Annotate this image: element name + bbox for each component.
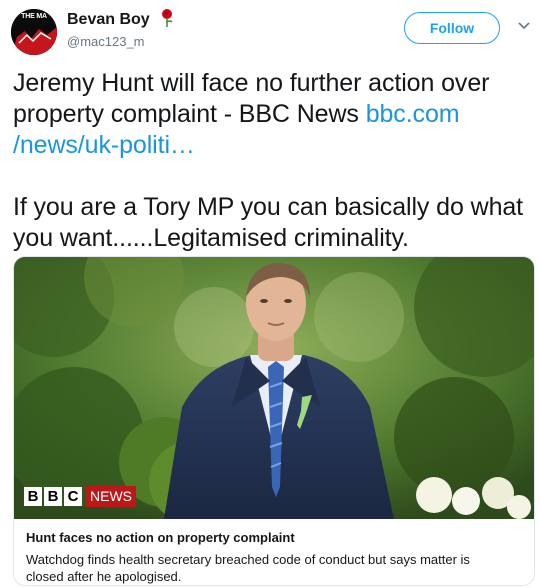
bbc-letter: B xyxy=(24,487,42,506)
tweet-paragraph-1: Jeremy Hunt will face no further action … xyxy=(13,68,528,161)
card-image[interactable]: B B C NEWS xyxy=(14,257,534,519)
bbc-letter: B xyxy=(44,487,62,506)
user-handle[interactable]: @mac123_m xyxy=(67,34,145,49)
bbc-news-logo: B B C NEWS xyxy=(24,486,136,507)
rose-icon xyxy=(162,9,173,27)
link-card[interactable]: B B C NEWS Hunt faces no action on prope… xyxy=(13,256,535,586)
display-name[interactable]: Bevan Boy xyxy=(67,11,150,29)
card-description: Watchdog finds health secretary breached… xyxy=(26,552,470,584)
card-photo xyxy=(14,257,534,519)
avatar-label: THE MA xyxy=(21,13,47,20)
bbc-news-word: NEWS xyxy=(86,486,136,507)
avatar[interactable]: THE MA xyxy=(11,9,57,55)
card-title[interactable]: Hunt faces no action on property complai… xyxy=(26,530,295,545)
bbc-letter: C xyxy=(64,487,82,506)
tweet-text: Jeremy Hunt will face no further action … xyxy=(13,68,528,254)
follow-button[interactable]: Follow xyxy=(404,12,500,44)
tweet-header: THE MA Bevan Boy @mac123_m Follow xyxy=(0,0,540,60)
chevron-down-icon[interactable] xyxy=(518,22,530,30)
tweet-paragraph-2: If you are a Tory MP you can basically d… xyxy=(13,193,524,252)
